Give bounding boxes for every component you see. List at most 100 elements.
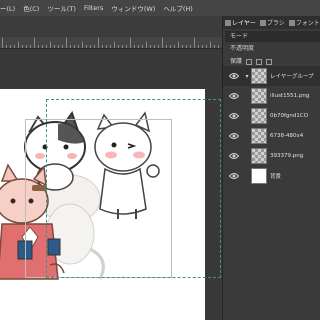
- ruler-tick: [162, 38, 163, 48]
- eye-icon[interactable]: [229, 71, 239, 81]
- ruler-tick: [174, 45, 175, 48]
- ruler-tick: [114, 42, 115, 48]
- ruler-tick: [154, 45, 155, 48]
- eye-icon[interactable]: [229, 171, 239, 181]
- layer-thumbnail: [251, 128, 267, 144]
- menu-color[interactable]: 色(C): [19, 3, 43, 13]
- selection-marquee[interactable]: [46, 99, 221, 278]
- horizontal-ruler[interactable]: [0, 37, 222, 49]
- ruler-tick: [198, 45, 199, 48]
- ruler-tick: [34, 38, 35, 48]
- opacity-control[interactable]: 不透明度: [225, 44, 320, 54]
- layer-thumbnail: [251, 168, 267, 184]
- ruler-tick: [106, 45, 107, 48]
- layers-icon: [225, 19, 231, 26]
- ruler-tick: [46, 45, 47, 48]
- ruler-tick: [70, 45, 71, 48]
- ruler-tick: [14, 45, 15, 48]
- tab-layers-label: レイヤー: [232, 20, 256, 27]
- ruler-tick: [90, 45, 91, 48]
- ruler-tick: [142, 45, 143, 48]
- layer-name: 6738-480x4: [270, 133, 304, 139]
- layer-thumbnail: [251, 88, 267, 104]
- font-icon: [288, 19, 295, 26]
- ruler-tick: [118, 45, 119, 48]
- ruler-tick: [182, 45, 183, 48]
- lock-pixels-icon[interactable]: [246, 58, 253, 65]
- ruler-tick: [210, 42, 211, 48]
- layer-name: レイヤーグループ: [270, 74, 314, 80]
- eye-icon[interactable]: [229, 111, 239, 121]
- ruler-tick: [22, 45, 23, 48]
- menu-tools[interactable]: ツール(T): [43, 3, 80, 13]
- layer-thumbnail: [251, 108, 267, 124]
- ruler-tick: [170, 45, 171, 48]
- layer-row[interactable]: 背景: [223, 166, 320, 186]
- layer-name: 393379.png: [270, 153, 304, 159]
- ruler-tick: [86, 45, 87, 48]
- ruler-tick: [122, 45, 123, 48]
- tab-fonts-label: フォント: [295, 20, 320, 27]
- ruler-tick: [42, 45, 43, 48]
- tab-brushes-label: ブラシ: [266, 20, 285, 27]
- ruler-tick: [6, 45, 7, 48]
- lock-position-icon[interactable]: [256, 58, 263, 65]
- layer-row[interactable]: illust1551.png: [223, 86, 320, 106]
- layers-dock: レイヤー ブラシ フォント モード 不透明度 保護 ▾ レイヤーグループ illus…: [222, 16, 320, 320]
- ruler-tick: [10, 45, 11, 48]
- ruler-tick: [186, 45, 187, 48]
- eye-icon[interactable]: [229, 151, 239, 161]
- tab-layers[interactable]: レイヤー: [223, 18, 258, 27]
- layer-name: 0b70fgnd1CO: [270, 113, 309, 119]
- ruler-tick: [58, 45, 59, 48]
- ruler-tick: [110, 45, 111, 48]
- ruler-tick: [194, 38, 195, 48]
- mode-label: モード: [230, 33, 249, 40]
- ruler-tick: [138, 45, 139, 48]
- eye-icon[interactable]: [229, 131, 239, 141]
- layer-thumbnail: [251, 148, 267, 164]
- ruler-tick: [26, 45, 27, 48]
- brush-icon: [259, 19, 266, 26]
- ruler-tick: [30, 45, 31, 48]
- layer-list: ▾ レイヤーグループ illust1551.png 0b70fgnd1CO 6738-4…: [223, 66, 320, 186]
- menu-help[interactable]: ヘルプ(H): [159, 3, 196, 13]
- menu-bar: ー(L) 色(C) ツール(T) Filters ウィンドウ(W) ヘルプ(H): [0, 0, 320, 16]
- tab-brushes[interactable]: ブラシ: [258, 18, 287, 27]
- ruler-tick: [38, 45, 39, 48]
- ruler-tick: [158, 45, 159, 48]
- opacity-label: 不透明度: [230, 45, 255, 52]
- layer-name: illust1551.png: [270, 93, 310, 99]
- menu-layer[interactable]: ー(L): [0, 3, 19, 13]
- ruler-tick: [134, 45, 135, 48]
- layer-row[interactable]: 393379.png: [223, 146, 320, 166]
- ruler-tick: [54, 45, 55, 48]
- ruler-tick: [218, 45, 219, 48]
- ruler-tick: [78, 45, 79, 48]
- menu-filters[interactable]: Filters: [80, 4, 107, 12]
- mode-select[interactable]: モード: [225, 31, 320, 42]
- layer-row[interactable]: 0b70fgnd1CO: [223, 106, 320, 126]
- ruler-tick: [66, 38, 67, 48]
- ruler-tick: [178, 42, 179, 48]
- ruler-tick: [166, 45, 167, 48]
- expander-icon[interactable]: ▾: [243, 73, 251, 80]
- layer-row[interactable]: 6738-480x4: [223, 126, 320, 146]
- ruler-tick: [150, 45, 151, 48]
- tab-fonts[interactable]: フォント: [287, 18, 320, 27]
- ruler-tick: [102, 45, 103, 48]
- layer-thumbnail: [251, 68, 267, 84]
- ruler-tick: [98, 38, 99, 48]
- ruler-tick: [2, 38, 3, 48]
- ruler-tick: [130, 38, 131, 48]
- ruler-tick: [18, 42, 19, 48]
- layer-row[interactable]: ▾ レイヤーグループ: [223, 66, 320, 86]
- eye-icon[interactable]: [229, 91, 239, 101]
- menu-windows[interactable]: ウィンドウ(W): [107, 3, 159, 13]
- canvas-area[interactable]: [0, 49, 222, 320]
- ruler-tick: [206, 45, 207, 48]
- ruler-tick: [146, 42, 147, 48]
- ruler-tick: [94, 45, 95, 48]
- lock-alpha-icon[interactable]: [266, 58, 273, 65]
- ruler-tick: [62, 45, 63, 48]
